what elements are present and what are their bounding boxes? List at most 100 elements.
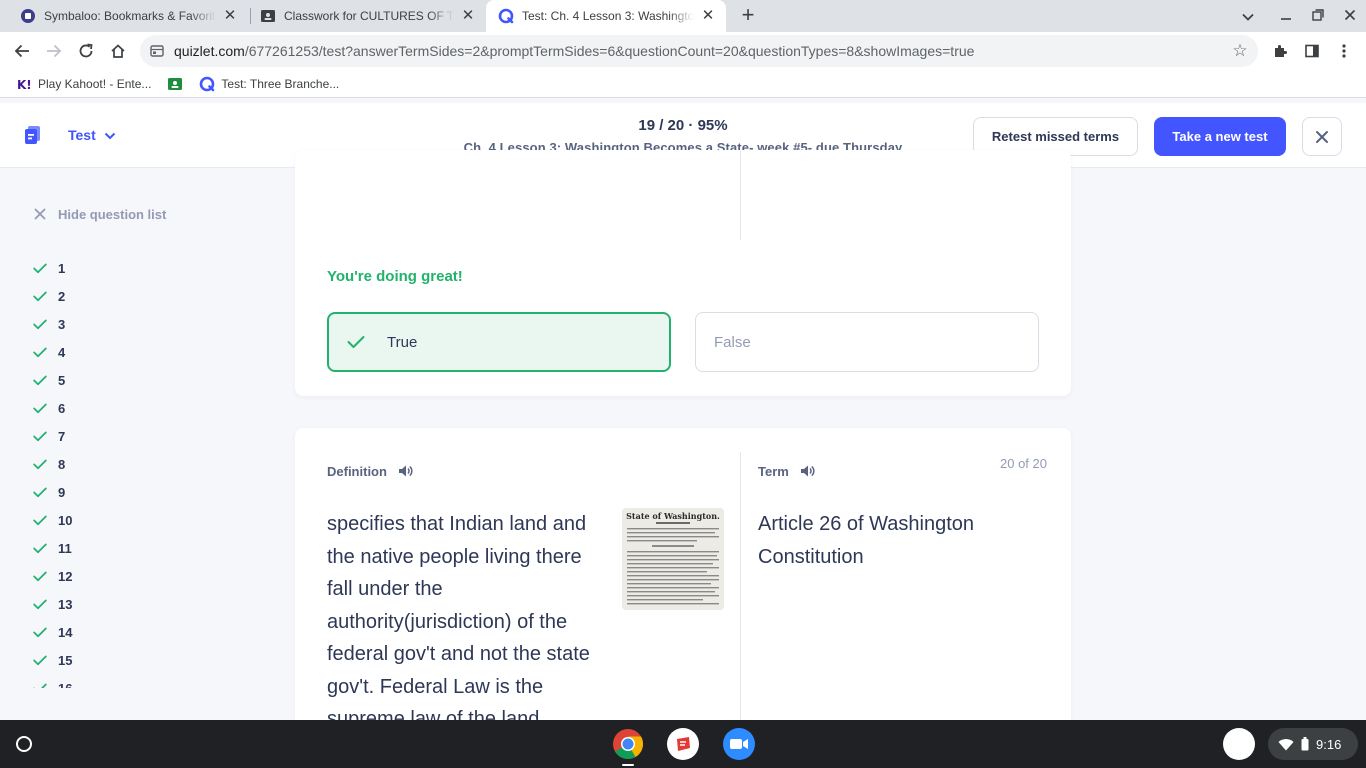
- check-icon: [32, 652, 48, 668]
- question-list-item[interactable]: 2: [32, 282, 72, 310]
- symbaloo-icon: [20, 8, 36, 24]
- question-list-item[interactable]: 1: [32, 254, 72, 282]
- question-list-item[interactable]: 5: [32, 366, 72, 394]
- classroom-icon: [167, 76, 183, 92]
- tab-title: Test: Ch. 4 Lesson 3: Washington: [522, 9, 694, 23]
- question-list-item[interactable]: 16: [32, 674, 72, 688]
- question-list-item[interactable]: 10: [32, 506, 72, 534]
- check-icon: [347, 332, 367, 352]
- question-counter: 20 of 20: [1000, 456, 1047, 471]
- address-bar[interactable]: quizlet.com/677261253/test?answerTermSid…: [140, 35, 1258, 67]
- question-number: 12: [58, 568, 73, 584]
- browser-tab-strip: Symbaloo: Bookmarks & Favorites ✕ Classw…: [0, 0, 1366, 32]
- check-icon: [32, 540, 48, 556]
- url-path: /677261253/test?answerTermSides=2&prompt…: [244, 43, 975, 59]
- tab-classwork[interactable]: Classwork for CULTURES OF THE ✕: [248, 0, 486, 32]
- definition-label: Definition: [327, 463, 387, 479]
- extensions-icon[interactable]: [1270, 41, 1290, 61]
- minimize-icon[interactable]: [1276, 6, 1296, 26]
- bookmark-label: Play Kahoot! - Ente...: [38, 76, 152, 91]
- question-list-item[interactable]: 11: [32, 534, 72, 562]
- bookmark-star-icon[interactable]: ☆: [1230, 41, 1250, 61]
- question-list-item[interactable]: 9: [32, 478, 72, 506]
- question-list-item[interactable]: 8: [32, 450, 72, 478]
- question-list: 1 2 3 4 5 6 7 8 9 10 11 12 13 14 15 16: [32, 254, 72, 688]
- question-list-item[interactable]: 7: [32, 422, 72, 450]
- question-list-item[interactable]: 13: [32, 590, 72, 618]
- question-list-item[interactable]: 3: [32, 310, 72, 338]
- launcher-icon[interactable]: [12, 732, 36, 756]
- side-panel-icon[interactable]: [1302, 41, 1322, 61]
- close-tab-icon[interactable]: ✕: [460, 8, 476, 24]
- close-test-button[interactable]: [1302, 117, 1342, 156]
- question-list-item[interactable]: 4: [32, 338, 72, 366]
- question-card-19: You're doing great! True False: [295, 150, 1071, 396]
- speaker-icon[interactable]: [397, 462, 415, 480]
- tab-symbaloo[interactable]: Symbaloo: Bookmarks & Favorites ✕: [8, 0, 248, 32]
- take-new-test-button[interactable]: Take a new test: [1154, 117, 1286, 156]
- close-icon: [32, 206, 48, 222]
- zoom-icon[interactable]: [723, 728, 755, 760]
- bookmark-label: Test: Three Branche...: [221, 76, 340, 91]
- option-label: False: [714, 333, 751, 351]
- speaker-icon[interactable]: [799, 462, 817, 480]
- question-number: 3: [58, 316, 66, 332]
- new-tab-icon[interactable]: +: [736, 4, 760, 28]
- term-text: Article 26 of Washington Constitution: [758, 513, 975, 568]
- question-list-item[interactable]: 12: [32, 562, 72, 590]
- reload-icon[interactable]: [74, 39, 98, 63]
- clock: 9:16: [1316, 736, 1342, 752]
- restore-icon[interactable]: [1308, 6, 1328, 26]
- tab-search-icon[interactable]: [1238, 6, 1258, 26]
- question-list-item[interactable]: 14: [32, 618, 72, 646]
- bookmarks-bar: K! Play Kahoot! - Ente... Test: Three Br…: [0, 70, 1366, 98]
- close-tab-icon[interactable]: ✕: [700, 8, 716, 24]
- check-icon: [32, 624, 48, 640]
- question-number: 7: [58, 428, 66, 444]
- definition-header: Definition: [327, 462, 415, 480]
- url-text: quizlet.com/677261253/test?answerTermSid…: [174, 43, 974, 59]
- bookmark-quizlet[interactable]: Test: Three Branche...: [199, 73, 339, 95]
- question-number: 14: [58, 624, 73, 640]
- check-icon: [32, 456, 48, 472]
- question-number: 5: [58, 372, 66, 388]
- check-icon: [32, 316, 48, 332]
- status-tray[interactable]: 9:16: [1268, 728, 1358, 760]
- answer-option-false[interactable]: False: [695, 312, 1039, 372]
- site-info-icon[interactable]: [150, 43, 166, 59]
- classroom-icon: [260, 8, 276, 24]
- forward-icon[interactable]: [42, 39, 66, 63]
- answer-option-true[interactable]: True: [327, 312, 671, 372]
- definition-image[interactable]: State of Washington.: [622, 508, 724, 610]
- home-icon[interactable]: [106, 39, 130, 63]
- question-number: 8: [58, 456, 66, 472]
- question-list-item[interactable]: 6: [32, 394, 72, 422]
- back-icon[interactable]: [10, 39, 34, 63]
- system-shelf: 9:16: [0, 720, 1366, 768]
- question-list-item[interactable]: 15: [32, 646, 72, 674]
- avatar[interactable]: [1223, 728, 1255, 760]
- active-app-indicator: [622, 764, 634, 766]
- hide-question-list-button[interactable]: Hide question list: [32, 206, 166, 222]
- question-number: 15: [58, 652, 73, 668]
- question-list-panel: Hide question list 1 2 3 4 5 6 7 8 9 10 11 12 13 14 15…: [0, 168, 290, 688]
- quizlet-icon: [498, 8, 514, 24]
- browser-menu-icon[interactable]: [1334, 41, 1354, 61]
- close-tab-icon[interactable]: ✕: [222, 8, 238, 24]
- chrome-icon[interactable]: [612, 728, 644, 760]
- bookmark-kahoot[interactable]: K! Play Kahoot! - Ente...: [16, 73, 151, 95]
- bookmark-classroom[interactable]: [167, 73, 189, 95]
- check-icon: [32, 568, 48, 584]
- hide-question-list-label: Hide question list: [58, 206, 167, 222]
- close-window-icon[interactable]: [1340, 6, 1360, 26]
- option-label: True: [387, 333, 418, 351]
- battery-icon: [1300, 736, 1310, 752]
- check-icon: [32, 260, 48, 276]
- check-icon: [32, 372, 48, 388]
- tab-quizlet-test[interactable]: Test: Ch. 4 Lesson 3: Washington ✕: [486, 0, 726, 32]
- tab-title: Symbaloo: Bookmarks & Favorites: [44, 9, 216, 23]
- question-number: 10: [58, 512, 73, 528]
- screencastify-icon[interactable]: [667, 728, 699, 760]
- url-host: quizlet.com: [174, 43, 245, 59]
- check-icon: [32, 512, 48, 528]
